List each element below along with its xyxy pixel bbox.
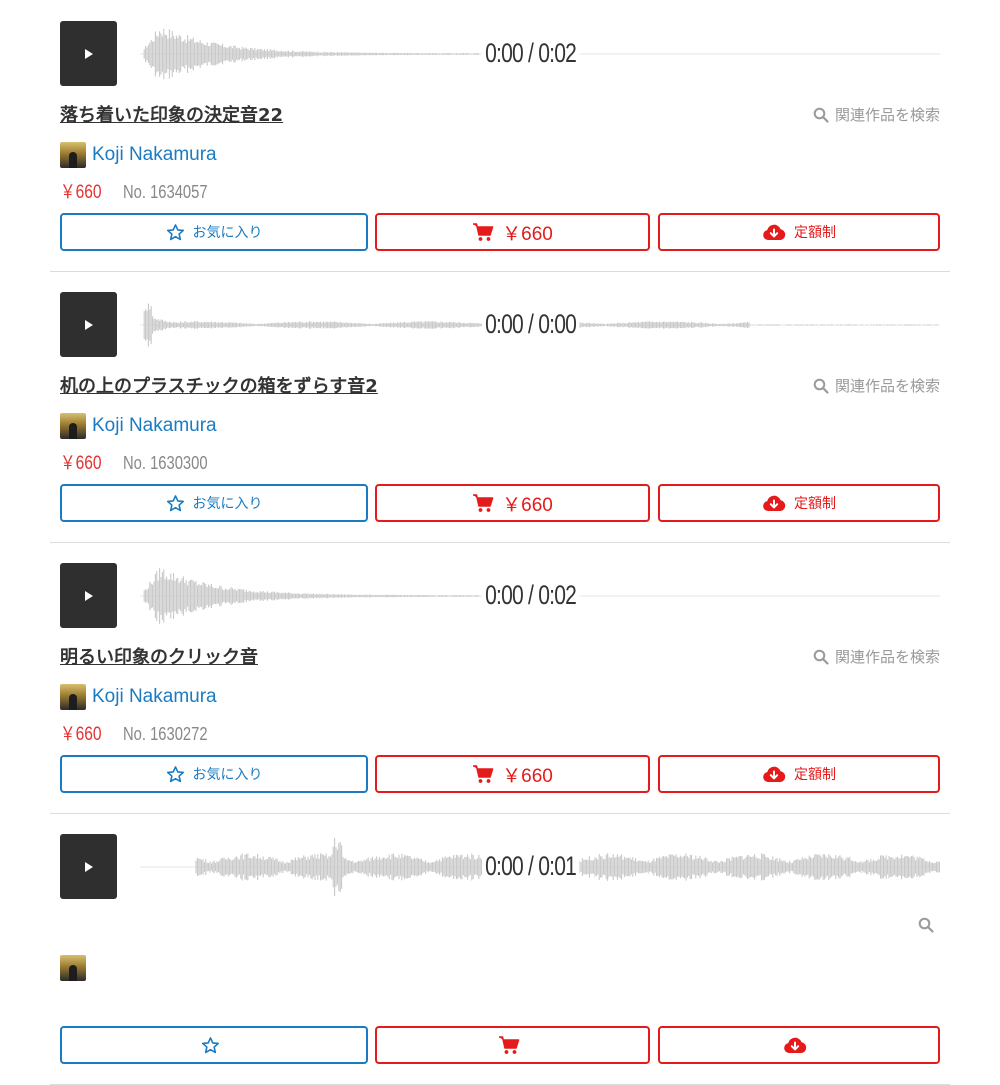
favorite-button[interactable]: お気に入り [60,484,368,522]
play-icon [84,319,93,330]
item-number: No. 1630300 [122,453,208,473]
star-outline-icon [166,765,184,782]
search-icon [918,917,934,933]
cart-icon [498,1036,519,1054]
author[interactable] [60,955,92,981]
cart-price-label: ￥660 [502,494,553,516]
favorite-button[interactable]: お気に入り [60,755,368,793]
favorite-label: お気に入り [192,225,263,241]
play-icon [84,861,93,872]
search-icon [813,378,829,394]
subscription-label: 定額制 [794,496,836,512]
sound-item: 0:00 / 0:01 [0,813,1000,1085]
price: ￥660 [60,182,102,203]
author-name[interactable]: Koji Nakamura [92,144,217,166]
item-meta: ￥660 No. 1630272 [60,719,226,746]
author[interactable]: Koji Nakamura [60,413,217,439]
author[interactable]: Koji Nakamura [60,684,217,710]
related-search-label: 関連作品を検索 [834,648,940,666]
add-to-cart-button[interactable]: ￥660 [375,755,650,793]
avatar [60,955,86,981]
item-meta: ￥660 No. 1630300 [60,448,226,475]
related-search-link[interactable]: 関連作品を検索 [813,375,940,396]
avatar [60,684,86,710]
subscription-button[interactable]: 定額制 [658,213,940,251]
related-search-link[interactable] [918,917,940,933]
cart-price-label: ￥660 [502,765,553,787]
subscription-button[interactable] [658,1026,940,1064]
cart-price-label: ￥660 [502,223,553,245]
add-to-cart-button[interactable] [375,1026,650,1064]
cart-icon [473,494,494,512]
favorite-label: お気に入り [192,767,263,783]
playback-time: 0:00 / 0:00 [482,307,580,341]
play-icon [84,48,93,59]
price: ￥660 [60,724,102,745]
item-number: No. 1634057 [122,182,208,202]
subscription-label: 定額制 [794,767,836,783]
item-meta: ￥660 No. 1634057 [60,177,226,204]
search-icon [813,107,829,123]
subscription-button[interactable]: 定額制 [658,755,940,793]
sound-item: 0:00 / 0:02 明るい印象のクリック音 関連作品を検索 Koji Nak… [0,542,1000,814]
author-name[interactable]: Koji Nakamura [92,415,217,437]
cart-icon [473,223,494,241]
favorite-label: お気に入り [192,496,263,512]
author[interactable]: Koji Nakamura [60,142,217,168]
sound-title[interactable]: 机の上のプラスチックの箱をずらす音2 [60,372,378,398]
related-search-label: 関連作品を検索 [834,106,940,124]
price: ￥660 [60,453,102,474]
play-button[interactable] [60,21,117,86]
search-icon [813,649,829,665]
related-search-link[interactable]: 関連作品を検索 [813,104,940,125]
related-search-label: 関連作品を検索 [834,377,940,395]
cloud-download-icon [784,1037,807,1053]
favorite-button[interactable]: お気に入り [60,213,368,251]
cart-icon [473,765,494,783]
sound-title[interactable]: 明るい印象のクリック音 [60,643,258,669]
playback-time: 0:00 / 0:02 [482,578,580,612]
cloud-download-icon [763,766,786,782]
playback-time: 0:00 / 0:01 [482,849,580,883]
sound-item: 0:00 / 0:00 机の上のプラスチックの箱をずらす音2 関連作品を検索 K… [0,271,1000,543]
favorite-button[interactable] [60,1026,368,1064]
star-outline-icon [166,223,184,240]
sound-title[interactable]: 落ち着いた印象の決定音22 [60,101,283,127]
play-button[interactable] [60,834,117,899]
cloud-download-icon [763,224,786,240]
author-name[interactable]: Koji Nakamura [92,686,217,708]
add-to-cart-button[interactable]: ￥660 [375,213,650,251]
play-icon [84,590,93,601]
star-outline-icon [166,494,184,511]
item-number: No. 1630272 [122,724,208,744]
play-button[interactable] [60,563,117,628]
avatar [60,413,86,439]
subscription-label: 定額制 [794,225,836,241]
play-button[interactable] [60,292,117,357]
subscription-button[interactable]: 定額制 [658,484,940,522]
related-search-link[interactable]: 関連作品を検索 [813,646,940,667]
avatar [60,142,86,168]
add-to-cart-button[interactable]: ￥660 [375,484,650,522]
sound-item: 0:00 / 0:02 落ち着いた印象の決定音22 関連作品を検索 Koji N… [0,0,1000,272]
cloud-download-icon [763,495,786,511]
star-outline-icon [201,1036,219,1053]
playback-time: 0:00 / 0:02 [482,36,580,70]
